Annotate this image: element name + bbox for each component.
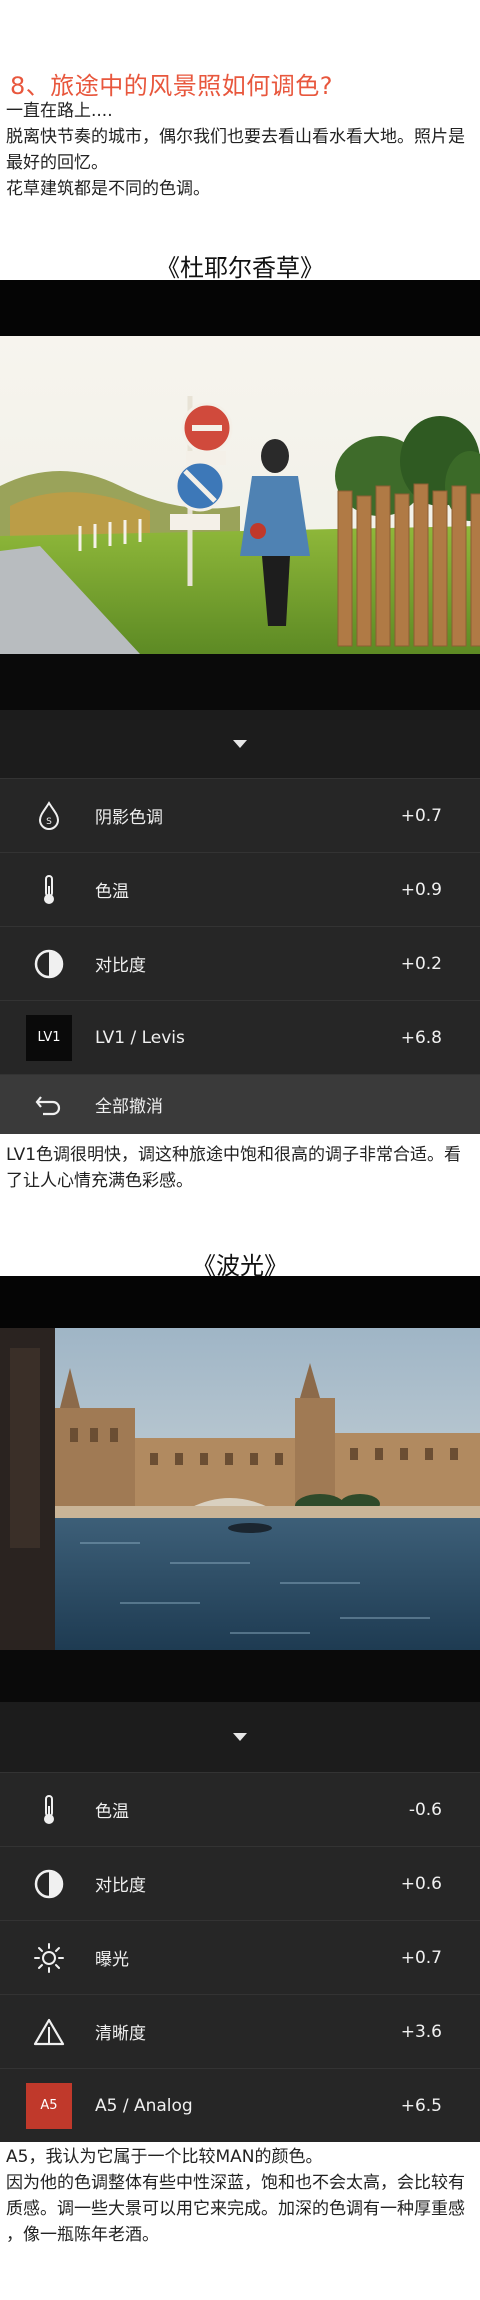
intro-line: 最好的回忆。 bbox=[6, 153, 108, 173]
note-line: A5，我认为它属于一个比较MAN的颜色。 bbox=[6, 2147, 323, 2167]
section1-caption: 《杜耶尔香草》 bbox=[156, 254, 324, 282]
adjustment-value: +0.7 bbox=[400, 805, 442, 826]
adjustment-value: +3.6 bbox=[400, 2021, 442, 2042]
contrast-icon bbox=[23, 938, 75, 990]
preset-value: +6.8 bbox=[400, 1027, 442, 1048]
preset-lv1-icon: LV1 bbox=[23, 1012, 75, 1064]
photo-top-band bbox=[0, 280, 480, 336]
adjustment-row[interactable]: 清晰度 +3.6 bbox=[0, 1994, 480, 2068]
preset-tile: LV1 bbox=[26, 1014, 72, 1061]
landscape-photo-plaza bbox=[0, 1328, 480, 1650]
adjustment-label: 色温 bbox=[95, 1802, 129, 1822]
undo-label: 全部撤消 bbox=[95, 1097, 163, 1117]
preset-label: A5 / Analog bbox=[95, 2095, 193, 2116]
adjustment-row[interactable]: 色温 -0.6 bbox=[0, 1772, 480, 1846]
photo-bottom-band bbox=[0, 1650, 480, 1702]
note-line: 质感。调一些大景可以用它来完成。加深的色调有一种厚重感 bbox=[6, 2199, 465, 2219]
adjustment-row[interactable]: 色温 +0.9 bbox=[0, 852, 480, 926]
preset-row[interactable]: LV1 LV1 / Levis +6.8 bbox=[0, 1000, 480, 1074]
adjustment-value: -0.6 bbox=[408, 1799, 442, 1820]
adjustment-row[interactable]: 对比度 +0.2 bbox=[0, 926, 480, 1000]
svg-text:S: S bbox=[46, 817, 52, 827]
preset-a5-icon: A5 bbox=[23, 2080, 75, 2132]
adjustment-label: 对比度 bbox=[95, 1876, 146, 1896]
undo-all-button[interactable]: 全部撤消 bbox=[0, 1074, 480, 1134]
preset-value: +6.5 bbox=[400, 2095, 442, 2116]
adjustment-row[interactable]: 曝光 +0.7 bbox=[0, 1920, 480, 1994]
intro-line: 一直在路上.... bbox=[6, 101, 113, 121]
intro-line: 花草建筑都是不同的色调。 bbox=[6, 179, 210, 199]
note-line: ，像一瓶陈年老酒。 bbox=[6, 2225, 159, 2245]
adjustment-label: 阴影色调 bbox=[95, 808, 163, 828]
preset-label: LV1 / Levis bbox=[95, 1027, 185, 1048]
thermometer-icon bbox=[23, 1784, 75, 1836]
adjustment-label: 色温 bbox=[95, 882, 129, 902]
shadow-tone-icon: S bbox=[23, 790, 75, 842]
intro-line: 脱离快节奏的城市，偶尔我们也要去看山看水看大地。照片是 bbox=[6, 127, 465, 147]
adjustment-label: 对比度 bbox=[95, 956, 146, 976]
chevron-down-icon[interactable] bbox=[233, 1733, 247, 1741]
adjustment-label: 曝光 bbox=[95, 1950, 129, 1970]
thermometer-icon bbox=[23, 864, 75, 916]
note-line: LV1色调很明快，调这种旅途中饱和很高的调子非常合适。看 bbox=[6, 1145, 462, 1165]
exposure-icon bbox=[23, 1932, 75, 1984]
adjustment-label: 清晰度 bbox=[95, 2024, 146, 2044]
adjustment-row[interactable]: S 阴影色调 +0.7 bbox=[0, 778, 480, 852]
adjustment-value: +0.7 bbox=[400, 1947, 442, 1968]
landscape-photo-meadow bbox=[0, 336, 480, 654]
adjustment-value: +0.2 bbox=[400, 953, 442, 974]
contrast-icon bbox=[23, 1858, 75, 1910]
photo-bottom-band bbox=[0, 654, 480, 710]
note-line: 因为他的色调整体有些中性深蓝，饱和也不会太高，会比较有 bbox=[6, 2173, 465, 2193]
clarity-icon bbox=[23, 2006, 75, 2058]
chevron-down-icon[interactable] bbox=[233, 740, 247, 748]
panel-collapse-handle[interactable] bbox=[0, 1702, 480, 1772]
preset-row[interactable]: A5 A5 / Analog +6.5 bbox=[0, 2068, 480, 2142]
undo-icon bbox=[23, 1079, 75, 1131]
article-title: 8、旅途中的风景照如何调色? bbox=[10, 72, 334, 100]
preset-tile: A5 bbox=[26, 2082, 72, 2129]
adjustment-value: +0.9 bbox=[400, 879, 442, 900]
note-line: 了让人心情充满色彩感。 bbox=[6, 1171, 193, 1191]
panel-collapse-handle[interactable] bbox=[0, 710, 480, 778]
photo-top-band bbox=[0, 1276, 480, 1328]
adjustment-row[interactable]: 对比度 +0.6 bbox=[0, 1846, 480, 1920]
adjustment-value: +0.6 bbox=[400, 1873, 442, 1894]
